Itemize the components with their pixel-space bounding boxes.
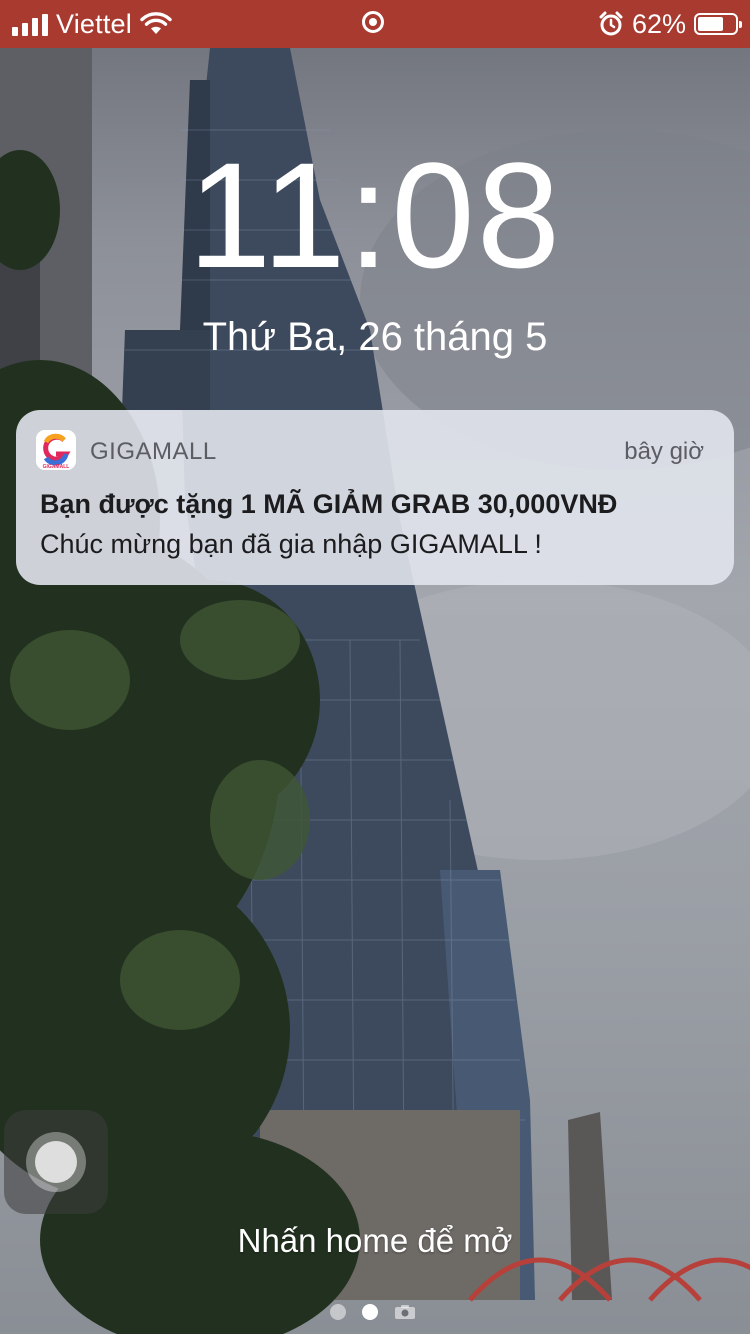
page-dot-active[interactable] (362, 1304, 378, 1320)
battery-percent: 62% (631, 8, 686, 39)
carrier-name: Viettel (56, 8, 132, 39)
press-home-hint: Nhấn home để mở (237, 1222, 513, 1259)
notification-title: Bạn được tặng 1 MÃ GIẢM GRAB 30,000VNĐ (40, 489, 618, 519)
page-indicator[interactable] (330, 1304, 416, 1320)
wifi-icon (140, 12, 172, 34)
lock-screen-time: 11:08 (187, 131, 563, 299)
notification-app-name: GIGAMALL (90, 438, 217, 465)
lock-screen-date: Thứ Ba, 26 tháng 5 (202, 315, 548, 359)
status-right: 62% (598, 0, 742, 48)
assistive-touch-button[interactable] (4, 1110, 108, 1214)
alarm-icon (599, 11, 623, 36)
screen-lock-rotation-icon (362, 11, 384, 33)
notification-card[interactable]: GIGAMALL GIGAMALL bây giờ Bạn được tặng … (16, 410, 734, 585)
page-dot[interactable] (330, 1304, 346, 1320)
camera-icon[interactable] (394, 1304, 416, 1320)
status-bar: Viettel 62% (0, 0, 750, 48)
carrier-area: Viettel (12, 0, 172, 48)
gigamall-logo-icon: GIGAMALL (36, 430, 76, 470)
signal-icon (12, 12, 48, 36)
notification-body: Chúc mừng bạn đã gia nhập GIGAMALL ! (40, 529, 542, 559)
battery-icon (694, 13, 742, 35)
logo-wordmark: GIGAMALL (43, 464, 70, 470)
notification-time: bây giờ (624, 438, 704, 465)
